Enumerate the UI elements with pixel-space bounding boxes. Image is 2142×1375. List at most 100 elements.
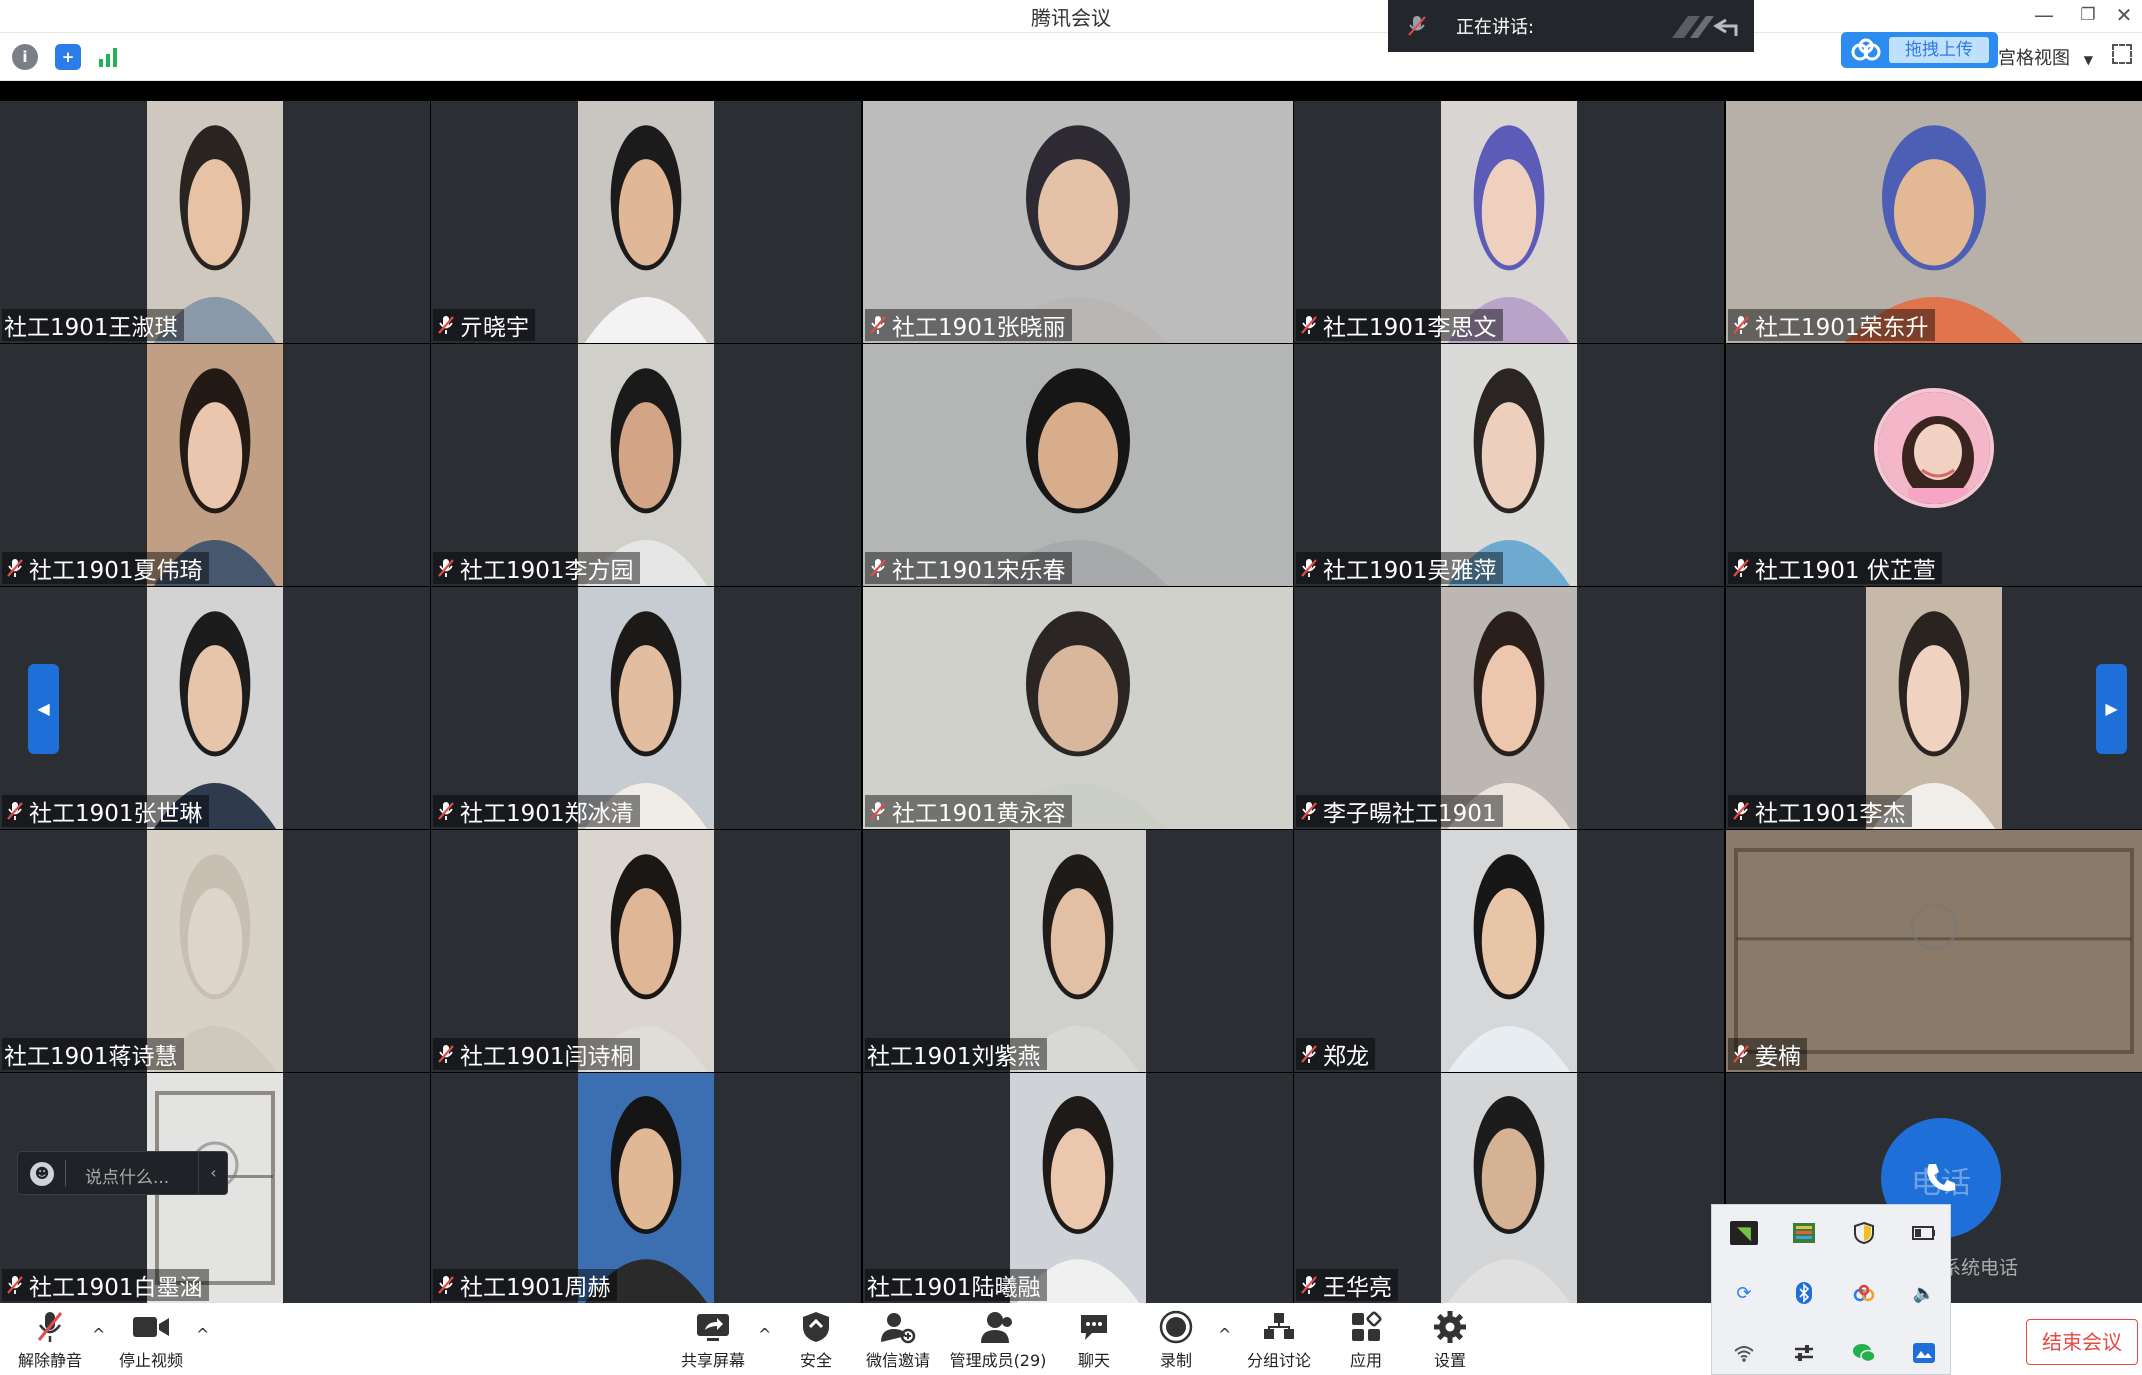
breakout-label: 分组讨论 xyxy=(1246,1351,1311,1370)
video-tile[interactable]: 亓晓宇 xyxy=(431,101,861,343)
end-meeting-button[interactable]: 结束会议 xyxy=(2026,1319,2138,1365)
participant-video xyxy=(863,101,1293,343)
participant-name: 王华亮 xyxy=(1323,1275,1392,1301)
sync-icon[interactable]: ⟳ xyxy=(1730,1281,1758,1305)
wechat-invite-button[interactable]: 微信邀请 xyxy=(864,1307,932,1371)
next-page-button[interactable]: ▶ xyxy=(2096,664,2127,754)
mic-off-icon xyxy=(1298,314,1320,336)
participant-name-label: 社工1901郑冰清 xyxy=(433,795,640,827)
sliders-icon[interactable] xyxy=(1790,1341,1818,1365)
participant-name: 社工1901夏伟琦 xyxy=(29,558,203,584)
apps-button[interactable]: 应用 xyxy=(1348,1307,1384,1371)
grid-view-dropdown[interactable]: 宫格视图 ▼ xyxy=(1998,44,2093,70)
manage-members-button[interactable]: 管理成员(29) xyxy=(948,1307,1048,1371)
cloud-drive-icon[interactable] xyxy=(1850,1281,1878,1305)
shield-icon[interactable]: + xyxy=(55,44,81,70)
participant-name: 社工1901闫诗桐 xyxy=(460,1044,634,1070)
video-tile[interactable]: 社工1901周赫 xyxy=(431,1073,861,1303)
chevron-down-icon: ▼ xyxy=(2083,53,2093,67)
memory-monitor-icon[interactable] xyxy=(1790,1221,1818,1245)
breakout-button[interactable]: 分组讨论 xyxy=(1244,1307,1314,1371)
video-tile[interactable]: 社工1901郑冰清 xyxy=(431,587,861,829)
collapse-chat-icon[interactable]: ‹ xyxy=(198,1152,228,1194)
video-tile[interactable]: 社工1901李思文 xyxy=(1294,101,1724,343)
pen-tools-icon[interactable] xyxy=(1670,12,1742,40)
close-icon[interactable]: ✕ xyxy=(2104,3,2142,27)
restore-icon[interactable]: ❐ xyxy=(2068,5,2108,25)
participant-name-label: 社工1901刘紫燕 xyxy=(865,1038,1047,1070)
participant-name: 社工1901白墨涵 xyxy=(29,1275,203,1301)
record-options-chevron-icon[interactable]: ^ xyxy=(1218,1325,1231,1344)
participant-name-label: 王华亮 xyxy=(1296,1269,1398,1301)
participant-video xyxy=(863,344,1293,586)
title-bar: 腾讯会议 — ❐ ✕ xyxy=(0,0,2142,33)
mic-off-icon xyxy=(1298,1043,1320,1065)
video-tile[interactable]: 社工1901张世琳 xyxy=(0,587,430,829)
video-tile[interactable]: 社工1901 伏芷萱 xyxy=(1726,344,2142,586)
mic-off-icon xyxy=(867,314,889,336)
participant-video xyxy=(147,344,283,586)
drag-upload-button[interactable]: 拖拽上传 xyxy=(1841,32,1998,68)
participant-avatar xyxy=(1874,388,1994,508)
defender-shield-icon[interactable] xyxy=(1850,1221,1878,1245)
video-tile[interactable]: 社工1901李杰 xyxy=(1726,587,2142,829)
chat-button[interactable]: 聊天 xyxy=(1076,1307,1112,1371)
photos-icon[interactable] xyxy=(1910,1341,1938,1365)
video-tile[interactable]: 社工1901吴雅萍 xyxy=(1294,344,1724,586)
mic-off-icon xyxy=(1298,557,1320,579)
participant-video xyxy=(1726,101,2142,343)
video-tile[interactable]: 社工1901李方园 xyxy=(431,344,861,586)
participant-name-label: 社工1901闫诗桐 xyxy=(433,1038,640,1070)
record-button[interactable]: 录制 xyxy=(1158,1307,1194,1371)
bluetooth-icon[interactable] xyxy=(1790,1281,1818,1305)
wechat-invite-label: 微信邀请 xyxy=(865,1351,930,1370)
chat-placeholder: 说点什么... xyxy=(85,1168,170,1188)
video-tile[interactable]: 姜楠 xyxy=(1726,830,2142,1072)
record-label: 录制 xyxy=(1159,1351,1192,1370)
chat-input[interactable]: ☻ 说点什么... ‹ xyxy=(17,1151,228,1195)
audio-options-chevron-icon[interactable]: ^ xyxy=(92,1325,105,1344)
participant-name-label: 社工1901王淑琪 xyxy=(2,309,184,341)
minimize-icon[interactable]: — xyxy=(2024,3,2064,27)
stop-video-label: 停止视频 xyxy=(118,1351,183,1370)
video-tile[interactable]: 社工1901陆曦融 xyxy=(863,1073,1293,1303)
breakout-icon xyxy=(1264,1313,1294,1339)
participant-name: 李子暘社工1901 xyxy=(1323,801,1497,827)
signal-icon[interactable] xyxy=(96,44,122,70)
wifi-icon[interactable] xyxy=(1730,1341,1758,1365)
security-button[interactable]: 安全 xyxy=(796,1307,836,1371)
video-tile[interactable]: 社工1901闫诗桐 xyxy=(431,830,861,1072)
video-tile[interactable]: 社工1901荣东升 xyxy=(1726,101,2142,343)
battery-icon[interactable] xyxy=(1910,1221,1938,1245)
participant-name: 社工1901陆曦融 xyxy=(867,1275,1041,1301)
video-tile[interactable]: 李子暘社工1901 xyxy=(1294,587,1724,829)
video-tile[interactable]: 社工1901黄永容 xyxy=(863,587,1293,829)
participant-name: 社工1901李杰 xyxy=(1755,801,1906,827)
emoji-icon[interactable]: ☻ xyxy=(30,1162,54,1186)
video-tile[interactable]: 社工1901刘紫燕 xyxy=(863,830,1293,1072)
share-screen-button[interactable]: 共享屏幕 xyxy=(680,1307,746,1371)
video-tile[interactable]: 社工1901夏伟琦 xyxy=(0,344,430,586)
participant-name-label: 社工1901张世琳 xyxy=(2,795,209,827)
wechat-icon[interactable] xyxy=(1850,1341,1878,1365)
settings-button[interactable]: 设置 xyxy=(1432,1307,1468,1371)
video-tile[interactable]: 王华亮 xyxy=(1294,1073,1724,1303)
video-tile[interactable]: 郑龙 xyxy=(1294,830,1724,1072)
nvidia-icon[interactable]: ◥ xyxy=(1730,1221,1758,1245)
volume-icon[interactable]: 🔈 xyxy=(1910,1281,1938,1305)
video-tile[interactable]: 社工1901张晓丽 xyxy=(863,101,1293,343)
participant-video xyxy=(578,587,714,829)
prev-page-button[interactable]: ◀ xyxy=(28,664,59,754)
participant-video xyxy=(1441,587,1577,829)
video-options-chevron-icon[interactable]: ^ xyxy=(196,1325,209,1344)
participant-name: 社工1901李方园 xyxy=(460,558,634,584)
stop-video-button[interactable]: 停止视频 xyxy=(112,1307,190,1371)
speaking-label: 正在讲话: xyxy=(1456,17,1535,38)
video-tile[interactable]: 社工1901蒋诗慧 xyxy=(0,830,430,1072)
share-options-chevron-icon[interactable]: ^ xyxy=(758,1325,771,1344)
video-tile[interactable]: 社工1901王淑琪 xyxy=(0,101,430,343)
fullscreen-icon[interactable] xyxy=(2112,44,2132,64)
info-icon[interactable]: i xyxy=(12,44,38,70)
video-tile[interactable]: 社工1901宋乐春 xyxy=(863,344,1293,586)
unmute-button[interactable]: 解除静音 xyxy=(14,1307,86,1371)
